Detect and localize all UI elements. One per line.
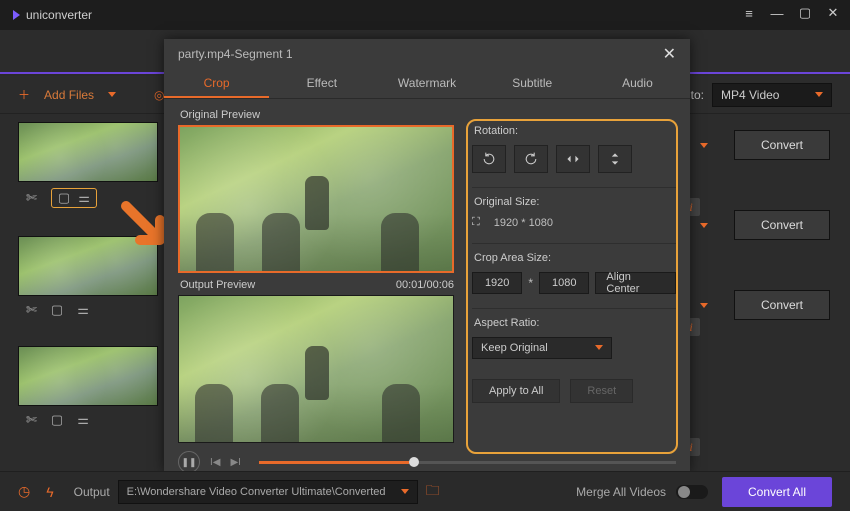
convert-column: Convert Convert Convert xyxy=(700,130,830,320)
playback-controls: ❚❚ I◀ ▶I xyxy=(164,447,690,473)
reset-button[interactable]: Reset xyxy=(570,379,633,403)
bottombar: ◷ ϟ Output E:\Wondershare Video Converte… xyxy=(0,471,850,511)
app-title: uniconverter xyxy=(26,8,92,22)
tab-crop[interactable]: Crop xyxy=(164,69,269,98)
aspect-ratio-select[interactable]: Keep Original xyxy=(472,337,612,359)
align-center-button[interactable]: Align Center xyxy=(595,272,676,294)
play-pause-button[interactable]: ❚❚ xyxy=(178,451,200,473)
crop-area-label: Crop Area Size: xyxy=(474,252,676,264)
tab-watermark[interactable]: Watermark xyxy=(374,69,479,98)
adjust-icon[interactable]: ⚌ xyxy=(77,302,89,318)
output-path-select[interactable]: E:\Wondershare Video Converter Ultimate\… xyxy=(118,480,418,504)
convert-all-button[interactable]: Convert All xyxy=(722,477,832,507)
trim-icon[interactable]: ✄ xyxy=(26,412,37,428)
original-size-label: Original Size: xyxy=(474,196,676,208)
list-item[interactable]: ✄ ▢ ⚌ xyxy=(18,346,158,434)
merge-label: Merge All Videos xyxy=(576,485,666,499)
crop-icon[interactable]: ▢ xyxy=(51,412,63,428)
output-label: Output xyxy=(74,485,110,499)
crop-width-input[interactable]: 1920 xyxy=(472,272,522,294)
format-caret-icon[interactable] xyxy=(700,303,708,308)
output-path-value: E:\Wondershare Video Converter Ultimate\… xyxy=(127,486,386,498)
gpu-bolt-icon[interactable]: ϟ xyxy=(46,484,53,500)
open-folder-icon[interactable]: 🗀 xyxy=(426,480,440,504)
clock-icon[interactable]: ◷ xyxy=(18,483,30,500)
add-files-caret-icon[interactable] xyxy=(108,92,116,97)
menu-icon[interactable]: ≡ xyxy=(738,4,760,22)
convert-row: Convert xyxy=(700,290,830,320)
preview-column: Original Preview Output Preview 00:01/00… xyxy=(178,107,454,443)
flip-vertical-button[interactable] xyxy=(598,145,632,173)
convert-button[interactable]: Convert xyxy=(734,210,830,240)
convert-button[interactable]: Convert xyxy=(734,130,830,160)
rotation-label: Rotation: xyxy=(474,125,676,137)
tab-subtitle[interactable]: Subtitle xyxy=(480,69,585,98)
target-label: to: xyxy=(691,88,704,102)
add-files-button[interactable]: Add Files xyxy=(44,88,94,102)
crop-icon[interactable]: ▢ xyxy=(58,190,70,206)
rotate-ccw-button[interactable] xyxy=(472,145,506,173)
dialog-file-title: party.mp4-Segment 1 xyxy=(178,47,293,61)
caret-down-icon xyxy=(401,489,409,494)
merge-toggle[interactable] xyxy=(676,485,708,499)
app-logo-icon xyxy=(13,10,20,20)
maximize-icon[interactable]: ▢ xyxy=(794,4,816,22)
original-preview[interactable] xyxy=(178,125,454,273)
seek-track[interactable] xyxy=(259,461,676,464)
seek-knob-icon[interactable] xyxy=(409,457,419,467)
trim-icon[interactable]: ✄ xyxy=(26,302,37,318)
crop-sep: * xyxy=(528,276,533,290)
caret-down-icon xyxy=(815,92,823,97)
edit-dialog: party.mp4-Segment 1 ✕ Crop Effect Waterm… xyxy=(164,39,690,472)
plus-icon: ＋ xyxy=(18,86,30,103)
output-preview-label: Output Preview xyxy=(180,279,255,291)
crop-icon[interactable]: ▢ xyxy=(51,302,63,318)
close-icon[interactable]: ✕ xyxy=(822,4,844,22)
convert-row: Convert xyxy=(700,210,830,240)
convert-button[interactable]: Convert xyxy=(734,290,830,320)
dialog-close-button[interactable]: ✕ xyxy=(663,44,676,64)
caret-down-icon xyxy=(595,345,603,350)
dialog-tabs: Crop Effect Watermark Subtitle Audio xyxy=(164,69,690,99)
step-back-button[interactable]: I◀ xyxy=(210,457,220,468)
output-preview xyxy=(178,295,454,443)
rotate-cw-button[interactable] xyxy=(514,145,548,173)
media-list: ✄ ▢ ⚌ ✄ ▢ ⚌ ✄ ▢ ⚌ xyxy=(18,122,158,434)
titlebar: uniconverter ≡ — ▢ ✕ xyxy=(0,0,850,30)
trim-icon[interactable]: ✄ xyxy=(26,188,37,208)
original-size-value: 1920 * 1080 xyxy=(494,217,553,229)
adjust-icon[interactable]: ⚌ xyxy=(78,190,90,206)
target-format-value: MP4 Video xyxy=(721,88,779,102)
aspect-ratio-value: Keep Original xyxy=(481,342,548,354)
timecode: 00:01/00:06 xyxy=(396,279,454,291)
thumbnail xyxy=(18,122,158,182)
flip-horizontal-button[interactable] xyxy=(556,145,590,173)
apply-to-all-button[interactable]: Apply to All xyxy=(472,379,560,403)
target-format-select[interactable]: MP4 Video xyxy=(712,83,832,107)
minimize-icon[interactable]: — xyxy=(766,4,788,22)
disc-icon: ◎ xyxy=(154,88,164,102)
convert-row: Convert xyxy=(700,130,830,160)
format-caret-icon[interactable] xyxy=(700,223,708,228)
step-forward-button[interactable]: ▶I xyxy=(230,457,240,468)
aspect-ratio-label: Aspect Ratio: xyxy=(474,317,676,329)
tab-effect[interactable]: Effect xyxy=(269,69,374,98)
crop-settings: Rotation: Original Size: ⛶ 1920 * 1080 C… xyxy=(472,107,676,443)
thumbnail xyxy=(18,346,158,406)
tab-audio[interactable]: Audio xyxy=(585,69,690,98)
crop-height-input[interactable]: 1080 xyxy=(539,272,589,294)
original-preview-label: Original Preview xyxy=(180,109,260,121)
adjust-icon[interactable]: ⚌ xyxy=(77,412,89,428)
format-caret-icon[interactable] xyxy=(700,143,708,148)
fullscreen-icon: ⛶ xyxy=(472,216,480,229)
